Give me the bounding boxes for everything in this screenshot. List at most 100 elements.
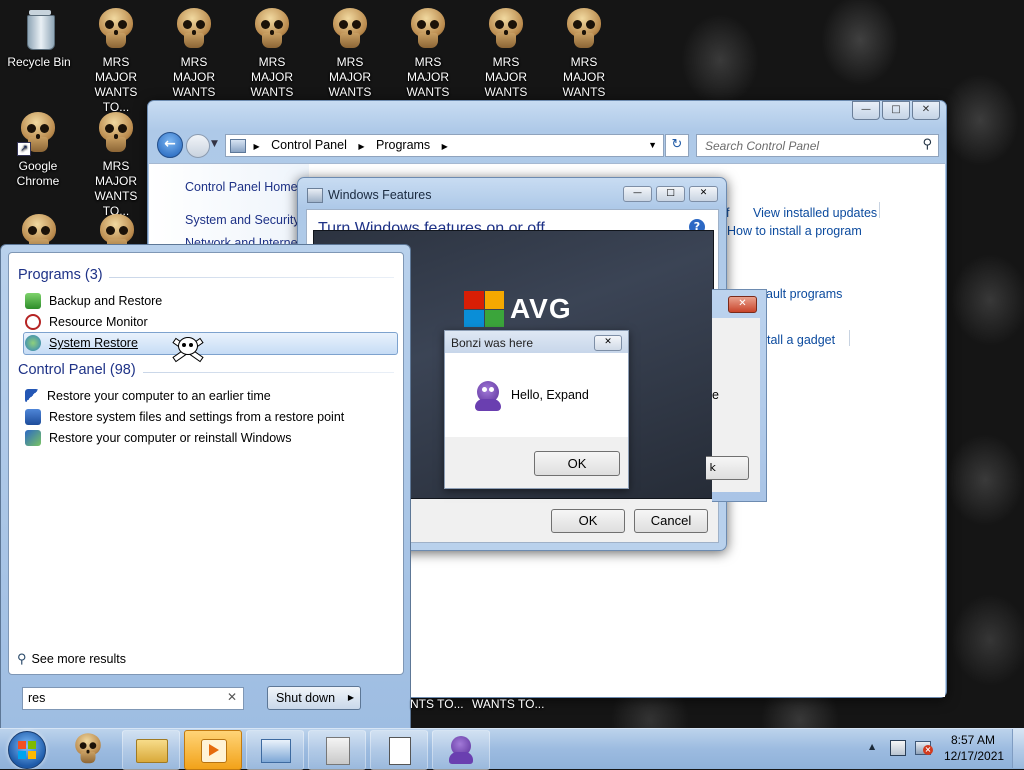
breadcrumb-control-panel[interactable]: Control Panel (271, 138, 347, 152)
desktop-icon-mrs-major-2[interactable]: MRS MAJOR WANTS TO... (156, 8, 232, 115)
minimize-button[interactable]: — (852, 101, 880, 120)
close-button[interactable]: ✕ (728, 296, 757, 313)
result-restore-earlier-time[interactable]: Restore your computer to an earlier time (25, 386, 271, 406)
result-label: Resource Monitor (49, 315, 148, 329)
ok-button[interactable]: OK (551, 509, 625, 533)
section-divider (109, 277, 394, 278)
result-label: Restore system files and settings from a… (49, 410, 345, 424)
notepad-icon (389, 737, 411, 765)
window-caption-buttons: — □ ✕ (623, 186, 718, 202)
desktop-icon-mrs-major-7[interactable]: MRS MAJOR WANTS TO... (546, 8, 622, 115)
avg-logo-icon (464, 291, 504, 327)
back-button[interactable]: ← (157, 132, 183, 158)
nav-control-panel-home[interactable]: Control Panel Home (185, 180, 298, 194)
close-button[interactable]: ✕ (594, 335, 622, 351)
skull-icon (98, 214, 136, 244)
desktop-icon-mrs-major-1[interactable]: MRS MAJOR WANTS TO... (78, 8, 154, 115)
desktop-icon-mrs-major-6[interactable]: MRS MAJOR WANTS TO... (468, 8, 544, 115)
address-bar[interactable]: ▶ Control Panel ▶ Programs ▶ ▼ (225, 134, 664, 157)
desktop-icon-mrs-major-4[interactable]: MRS MAJOR WANTS TO... (312, 8, 388, 115)
taskbar-skull-app[interactable] (60, 730, 116, 768)
link-install-gadget[interactable]: tall a gadget (767, 333, 835, 347)
folder-icon (136, 739, 168, 763)
desktop-icon-label: MRS MAJOR WANTS TO... (94, 159, 138, 218)
breadcrumb-programs[interactable]: Programs (376, 138, 430, 152)
result-label: Backup and Restore (49, 294, 163, 308)
shortcut-arrow-icon: ↗ (17, 142, 31, 156)
bonzi-dialog: Bonzi was here ✕ Hello, Expand OK (444, 330, 629, 489)
close-button[interactable]: ✕ (689, 186, 718, 202)
maximize-button[interactable]: □ (882, 101, 910, 120)
background-dialog-button[interactable]: k (706, 456, 749, 480)
shutdown-options-button[interactable]: ▶ (342, 686, 361, 710)
clock-time[interactable]: 8:57 AM (951, 733, 995, 747)
action-center-icon[interactable] (890, 740, 906, 756)
desktop-icon-mrs-major-5[interactable]: MRS MAJOR WANTS TO... (390, 8, 466, 115)
result-resource-monitor[interactable]: Resource Monitor (25, 312, 148, 332)
desktop-icon-label: Google Chrome (16, 159, 60, 188)
clear-search-icon[interactable]: ✕ (227, 690, 237, 704)
desktop-icon-recycle-bin[interactable]: Recycle Bin (1, 8, 77, 70)
cancel-button[interactable]: Cancel (634, 509, 708, 533)
breadcrumb-separator-icon: ▶ (358, 142, 365, 151)
see-more-results[interactable]: ⚲ See more results (17, 651, 126, 667)
skull-crossbones-cursor-icon (169, 333, 205, 367)
search-icon[interactable]: ⚲ (922, 137, 932, 152)
taskbar-notepad[interactable] (370, 730, 428, 770)
clock-date[interactable]: 12/17/2021 (944, 749, 1004, 763)
recent-pages-dropdown[interactable]: ▼ (211, 139, 218, 149)
windows-features-icon (326, 737, 350, 765)
desktop-icon-mrs-major-8[interactable]: MRS MAJOR WANTS TO... (78, 112, 154, 219)
skull-icon (331, 8, 369, 50)
desktop-icon-google-chrome[interactable]: ↗ Google Chrome (0, 112, 76, 189)
taskbar-windows-features[interactable] (308, 730, 366, 770)
address-dropdown-icon[interactable]: ▼ (648, 135, 657, 156)
see-more-label: See more results (31, 652, 127, 666)
link-default-programs[interactable]: ault programs (766, 287, 842, 301)
magnifier-icon: ⚲ (17, 651, 27, 666)
shutdown-button[interactable]: Shut down (267, 686, 344, 710)
forward-button[interactable] (186, 134, 210, 158)
result-restore-reinstall-windows[interactable]: Restore your computer or reinstall Windo… (25, 428, 291, 448)
taskbar-media-player[interactable] (184, 730, 242, 770)
network-error-icon[interactable]: × (915, 739, 933, 755)
restore-point-icon (25, 409, 41, 425)
desktop-icon-label: WANTS TO... (472, 697, 545, 711)
refresh-button[interactable]: ↻ (665, 134, 689, 157)
skull-icon (409, 8, 447, 50)
skull-icon (565, 8, 603, 50)
start-button[interactable] (8, 731, 46, 769)
show-hidden-icons-button[interactable]: ▲ (869, 742, 875, 751)
result-backup-and-restore[interactable]: Backup and Restore (25, 291, 162, 311)
programs-section-header: Programs (3) (18, 267, 103, 283)
recycle-bin-icon (19, 8, 59, 52)
nav-system-and-security[interactable]: System and Security (185, 213, 300, 227)
skull-icon (97, 8, 135, 50)
bonzi-dialog-title: Bonzi was here (451, 336, 534, 350)
bonzi-ok-button[interactable]: OK (534, 451, 620, 476)
search-input[interactable]: Search Control Panel ⚲ (696, 134, 939, 157)
taskbar-bonzi[interactable] (432, 730, 490, 770)
bonzi-icon (473, 379, 503, 411)
desktop-icon-partial-skull[interactable] (19, 214, 59, 244)
link-view-installed-updates[interactable]: View installed updates (753, 206, 877, 220)
result-restore-system-files[interactable]: Restore system files and settings from a… (25, 407, 344, 427)
windows-logo-icon (18, 741, 36, 759)
background-dialog-text: e (712, 388, 719, 402)
desktop-icon-partial-skull[interactable] (97, 214, 137, 244)
start-search-input[interactable]: res ✕ (22, 687, 244, 710)
close-button[interactable]: ✕ (912, 101, 940, 120)
control-panel-icon (230, 138, 246, 153)
start-search-value: res (28, 691, 46, 705)
desktop-icon-mrs-major-3[interactable]: MRS MAJOR WANTS TO... (234, 8, 310, 115)
show-desktop-button[interactable] (1012, 729, 1024, 768)
taskbar-file-explorer[interactable] (122, 730, 180, 770)
taskbar-control-panel[interactable] (246, 730, 304, 770)
result-system-restore[interactable]: System Restore (25, 333, 138, 353)
bonzi-dialog-body: Hello, Expand (445, 353, 628, 437)
maximize-button[interactable]: □ (656, 186, 685, 202)
link-separator (879, 202, 880, 218)
link-how-to-install-program[interactable]: How to install a program (727, 224, 862, 238)
minimize-button[interactable]: — (623, 186, 652, 202)
skull-icon (175, 8, 213, 50)
